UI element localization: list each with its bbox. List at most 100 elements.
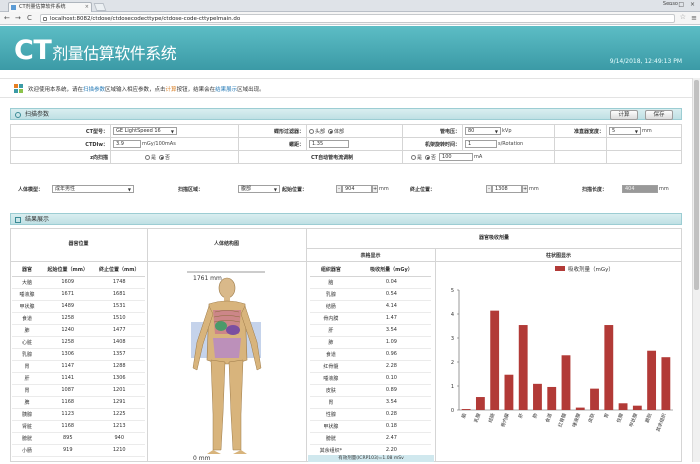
ct-model-label: CT型号： — [10, 124, 111, 138]
ctdiw-input[interactable]: 3.9 — [113, 140, 141, 148]
browser-menu-icon[interactable]: ≡ — [691, 14, 697, 22]
bookmark-star-icon[interactable]: ☆ — [680, 13, 686, 21]
position-cell-end: 1225 — [93, 408, 145, 421]
end-increment-button[interactable]: + — [522, 185, 528, 193]
collimation-cell: 5 ▼ mm — [606, 124, 682, 138]
dose-cell-dose: 0.89 — [351, 384, 431, 397]
phantom-value: 成年男性 — [55, 186, 76, 192]
bowtie-body-label: 体部 — [334, 128, 345, 135]
legend-swatch — [555, 266, 565, 271]
tab-close-icon[interactable]: × — [85, 3, 89, 12]
zaxis-no-label: 否 — [165, 154, 171, 161]
bowtie-head-radio[interactable] — [309, 128, 314, 134]
zaxis-yes-radio[interactable] — [145, 154, 150, 160]
end-position-input[interactable]: 1308 — [492, 185, 522, 193]
ctdiw-cell: 3.9 mGy/100mAs — [110, 137, 239, 151]
start-position-input[interactable]: 904 — [342, 185, 372, 193]
position-cell-organ: 大脑 — [12, 276, 42, 289]
browser-titlebar: CT剂量估算软件系统 × Senso – □ × — [0, 0, 700, 12]
new-tab-button[interactable] — [93, 3, 107, 11]
scrollbar-thumb[interactable] — [694, 80, 699, 290]
collimation-select[interactable]: 5 ▼ — [609, 127, 641, 135]
pitch-input[interactable]: 1.35 — [309, 140, 349, 148]
ct-model-cell: GE LightSpeed 16 ▼ — [110, 124, 239, 138]
chevron-down-icon: ▼ — [634, 129, 638, 134]
page-scrollbar[interactable] — [692, 78, 700, 462]
dose-cell-organ: 肺 — [310, 336, 352, 349]
position-cell-end: 1201 — [93, 384, 145, 397]
tcm-current-input[interactable]: 100 — [439, 153, 474, 161]
dose-bar-chart: 吸收剂量（mGy） 0 1 2 3 4 5 脑乳腺 结肠 骨内膜肝肺食道 红骨髓 唾液腺 皮肤胃性腺… — [451, 265, 673, 433]
voltage-select[interactable]: 80 ▼ — [465, 127, 501, 135]
dose-cell-dose: 1.47 — [351, 312, 431, 325]
y-tick-label: 2 — [451, 360, 454, 366]
x-tick-label: 皮肤 — [587, 412, 597, 424]
position-cell-organ: 膀胱 — [12, 432, 42, 445]
ct-model-select[interactable]: GE LightSpeed 16 ▼ — [113, 127, 177, 135]
region-select[interactable]: 腹部 ▼ — [238, 185, 280, 193]
rotation-input[interactable]: 1 — [465, 140, 497, 148]
table-row: 胃 1147 1288 — [12, 360, 145, 373]
bowtie-body-radio[interactable] — [328, 128, 334, 134]
position-cell-end: 1210 — [93, 444, 145, 457]
dose-cell-dose: 0.54 — [351, 288, 431, 301]
position-cell-organ: 胃 — [12, 384, 42, 397]
rotation-label: 机架旋转时间： — [402, 137, 463, 151]
voltage-value: 80 — [468, 128, 475, 134]
scan-params-title: 扫描参数 — [25, 111, 50, 118]
back-arrow-icon[interactable]: ← — [4, 14, 10, 22]
position-cell-end: 1408 — [93, 336, 145, 349]
region-label: 扫描区域： — [178, 187, 204, 193]
table-row: 性腺 0.28 — [310, 408, 431, 421]
table-row: 甲状腺 0.18 — [310, 420, 431, 433]
end-unit: mm — [529, 186, 539, 192]
table-row: 心脏 1258 1408 — [12, 336, 145, 349]
bar-1 — [475, 397, 485, 410]
tcm-yes-radio[interactable] — [411, 154, 416, 160]
url-field[interactable]: localhost:8082/ctdose/ctdosecodecttype/c… — [40, 14, 675, 23]
position-cell-end: 1681 — [93, 288, 145, 301]
zaxis-label: z向扫描 — [10, 150, 111, 164]
tcm-label: CT自动管电流调制 — [238, 150, 403, 164]
phantom-label: 人体模型： — [18, 187, 44, 193]
window-controls[interactable]: – □ × — [669, 1, 697, 8]
table-row: 胃 1087 1201 — [12, 384, 145, 397]
page-info-icon[interactable] — [43, 17, 47, 21]
bar-3 — [504, 374, 514, 410]
dose-cell-organ: 肝 — [310, 324, 352, 337]
bar-12 — [632, 405, 642, 410]
search-icon — [15, 112, 21, 118]
organ-dose-header: 器官吸收剂量 — [478, 235, 509, 241]
bar-11 — [618, 403, 628, 410]
start-increment-button[interactable]: + — [372, 185, 378, 193]
bowtie-head-label: 头部 — [315, 128, 326, 135]
app-title: CT剂量估算软件系统 — [14, 35, 177, 66]
chevron-down-icon: ▼ — [273, 187, 277, 192]
zaxis-no-radio[interactable] — [159, 154, 165, 160]
region-value: 腹部 — [241, 186, 252, 192]
tcm-no-radio[interactable] — [425, 154, 431, 160]
save-button[interactable]: 保存 — [645, 110, 673, 120]
calculate-button[interactable]: 计算 — [610, 110, 638, 120]
table-row: 胰腺 1123 1225 — [12, 408, 145, 421]
x-tick-label: 肺 — [532, 412, 539, 419]
reload-icon[interactable]: C — [27, 14, 32, 22]
dose-cell-organ: 膀胱 — [310, 432, 352, 445]
dose-col-header: 吸收剂量（mGy） — [351, 264, 431, 277]
position-cell-end: 1288 — [93, 360, 145, 373]
organ-col-header: 器官 — [12, 264, 42, 277]
chevron-down-icon: ▼ — [127, 187, 131, 192]
browser-tab[interactable]: CT剂量估算软件系统 × — [8, 2, 92, 12]
results-grid-icon — [15, 217, 21, 223]
dose-cell-organ: 食道 — [310, 348, 352, 361]
position-cell-start: 1258 — [42, 336, 94, 349]
dose-cell-dose: 2.28 — [351, 360, 431, 373]
divider — [306, 248, 682, 249]
forward-arrow-icon[interactable]: → — [15, 14, 21, 22]
phantom-select[interactable]: 成年男性 ▼ — [52, 185, 134, 193]
x-tick-label: 其余组织 — [655, 412, 668, 433]
rotation-cell: 1 s/Rotation — [462, 137, 555, 151]
app-title-prefix: CT — [14, 35, 52, 66]
dose-cell-dose: 0.18 — [351, 420, 431, 433]
position-cell-end: 1477 — [93, 324, 145, 337]
